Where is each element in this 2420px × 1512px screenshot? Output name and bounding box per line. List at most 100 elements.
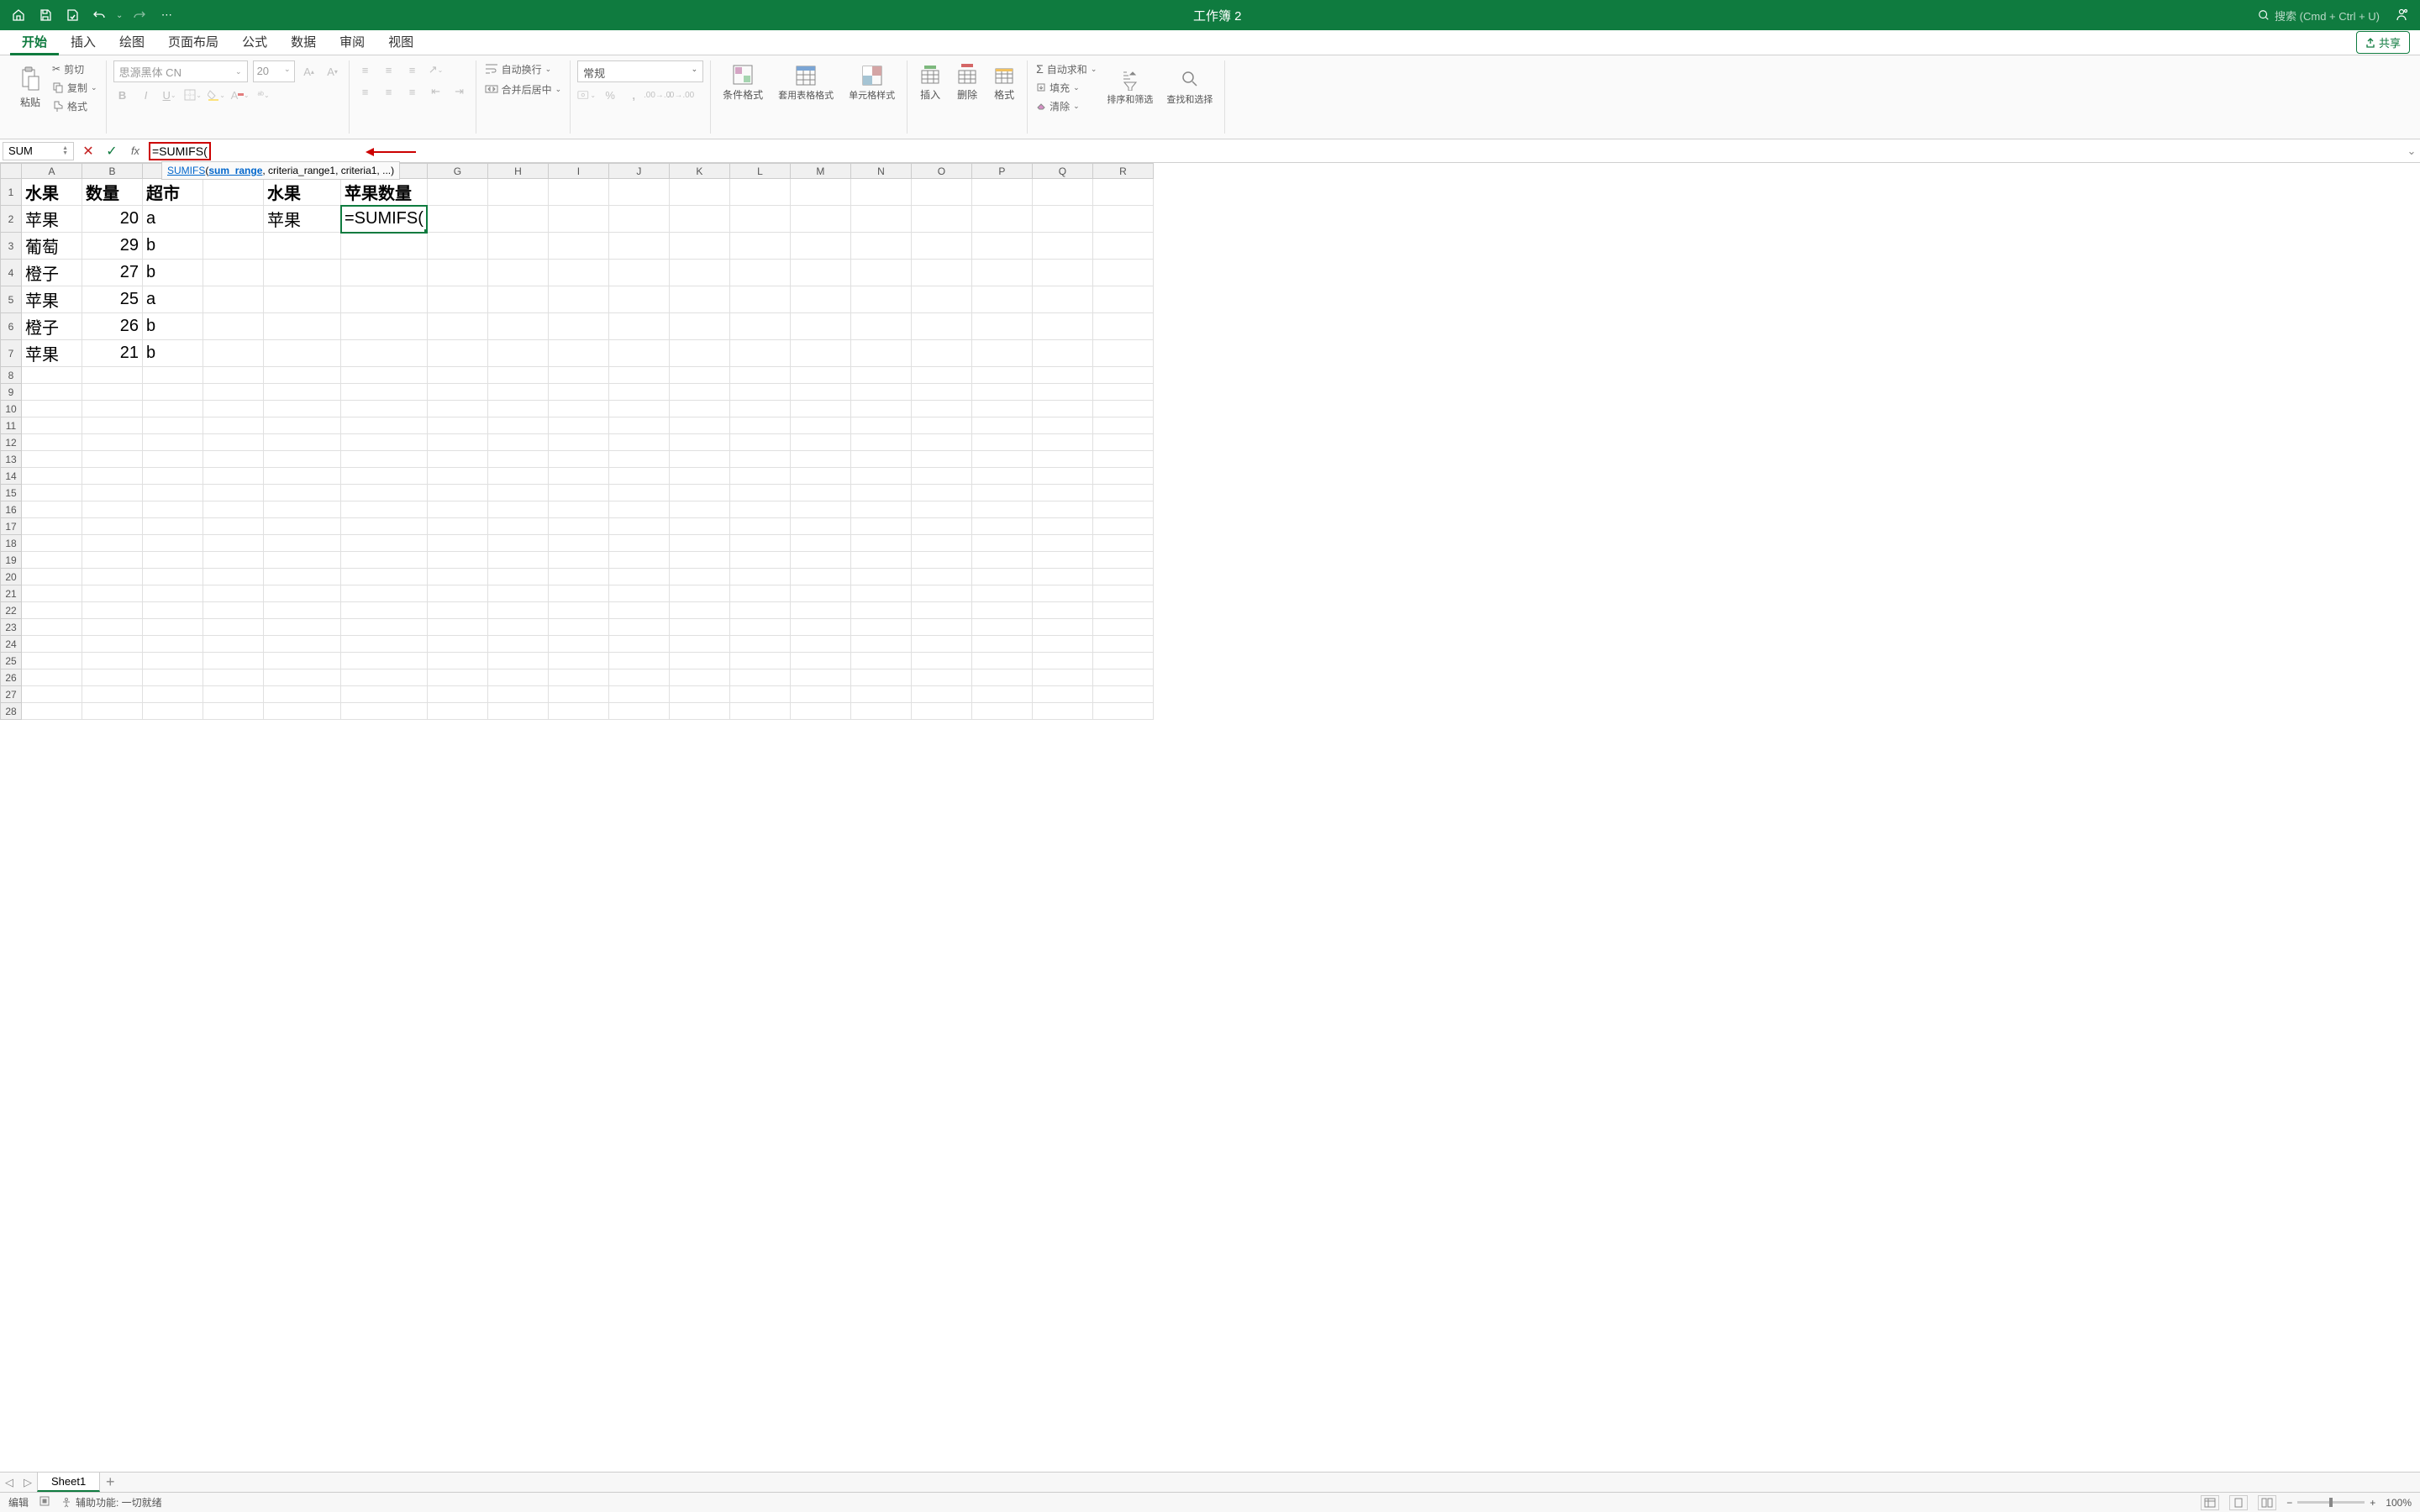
cell[interactable] [427, 434, 487, 451]
cell[interactable] [548, 417, 608, 434]
cell[interactable] [1092, 703, 1153, 720]
search-box[interactable]: 搜索 (Cmd + Ctrl + U) [2258, 8, 2380, 24]
row-header[interactable]: 23 [1, 619, 22, 636]
border-button[interactable]: ⌄ [184, 86, 203, 104]
cell[interactable] [427, 518, 487, 535]
row-header[interactable]: 8 [1, 367, 22, 384]
cell[interactable] [971, 636, 1032, 653]
col-header[interactable]: P [971, 164, 1032, 179]
cell[interactable] [729, 636, 790, 653]
home-icon[interactable] [8, 5, 29, 25]
conditional-format-button[interactable]: 条件格式 [718, 60, 768, 105]
cell[interactable] [790, 451, 850, 468]
cell[interactable] [427, 501, 487, 518]
cell[interactable] [427, 417, 487, 434]
cell[interactable] [790, 569, 850, 585]
view-page-break-icon[interactable] [2258, 1495, 2276, 1510]
row-header[interactable]: 13 [1, 451, 22, 468]
cell[interactable] [82, 619, 143, 636]
cell[interactable] [143, 602, 203, 619]
cell[interactable]: 葡萄 [22, 233, 82, 260]
cell[interactable] [427, 535, 487, 552]
cell[interactable] [143, 619, 203, 636]
cell[interactable] [487, 286, 548, 313]
cell[interactable] [203, 367, 264, 384]
find-select-button[interactable]: 查找和选择 [1161, 60, 1218, 114]
cell[interactable]: b [143, 313, 203, 340]
cell[interactable] [608, 653, 669, 669]
cell[interactable] [971, 417, 1032, 434]
row-header[interactable]: 21 [1, 585, 22, 602]
cell[interactable] [82, 501, 143, 518]
cell[interactable] [341, 669, 428, 686]
cell[interactable] [608, 602, 669, 619]
cell[interactable] [850, 585, 911, 602]
cell[interactable] [1092, 468, 1153, 485]
cell[interactable] [487, 179, 548, 206]
cell[interactable] [341, 569, 428, 585]
cell[interactable] [143, 434, 203, 451]
cell[interactable] [911, 602, 971, 619]
cell[interactable] [1092, 669, 1153, 686]
cell[interactable] [341, 434, 428, 451]
cell[interactable]: b [143, 260, 203, 286]
cell[interactable]: a [143, 286, 203, 313]
cell[interactable] [487, 585, 548, 602]
cut-button[interactable]: ✂剪切 [50, 60, 99, 77]
cell[interactable] [850, 468, 911, 485]
cell[interactable] [203, 401, 264, 417]
cell[interactable] [729, 434, 790, 451]
cell[interactable] [608, 286, 669, 313]
cell[interactable] [548, 535, 608, 552]
cell[interactable] [203, 468, 264, 485]
cell[interactable] [203, 417, 264, 434]
cell[interactable] [203, 179, 264, 206]
cell[interactable] [264, 468, 341, 485]
cell[interactable] [971, 468, 1032, 485]
cell[interactable]: 苹果 [264, 206, 341, 233]
cell[interactable]: 29 [82, 233, 143, 260]
col-header[interactable]: G [427, 164, 487, 179]
cell[interactable] [850, 260, 911, 286]
cell[interactable] [203, 686, 264, 703]
cell[interactable] [729, 602, 790, 619]
cell[interactable] [203, 485, 264, 501]
cell[interactable] [1032, 451, 1092, 468]
cell[interactable] [427, 384, 487, 401]
col-header[interactable]: L [729, 164, 790, 179]
cell[interactable] [1032, 653, 1092, 669]
cell[interactable] [1092, 233, 1153, 260]
cell[interactable] [548, 313, 608, 340]
cell[interactable] [790, 653, 850, 669]
cell[interactable] [1092, 417, 1153, 434]
zoom-out-icon[interactable]: − [2286, 1497, 2292, 1509]
cell[interactable] [911, 485, 971, 501]
share-button[interactable]: 共享 [2356, 31, 2410, 54]
cell[interactable] [143, 636, 203, 653]
cell[interactable] [264, 417, 341, 434]
cell[interactable] [1032, 585, 1092, 602]
cell[interactable] [971, 313, 1032, 340]
cell[interactable] [143, 401, 203, 417]
cell[interactable] [971, 340, 1032, 367]
cell[interactable] [427, 340, 487, 367]
cell[interactable] [911, 340, 971, 367]
row-header[interactable]: 1 [1, 179, 22, 206]
row-header[interactable]: 16 [1, 501, 22, 518]
cell[interactable]: 26 [82, 313, 143, 340]
name-box[interactable]: SUM ▲▼ [3, 142, 74, 160]
cell[interactable] [264, 286, 341, 313]
cell[interactable] [608, 552, 669, 569]
cell[interactable] [22, 417, 82, 434]
cell[interactable] [669, 313, 729, 340]
cell[interactable] [548, 552, 608, 569]
cell[interactable] [850, 401, 911, 417]
cell[interactable] [427, 552, 487, 569]
confirm-icon[interactable]: ✓ [100, 139, 124, 163]
cell[interactable] [790, 233, 850, 260]
tab-data[interactable]: 数据 [279, 30, 328, 55]
cell[interactable] [264, 384, 341, 401]
cell[interactable] [82, 535, 143, 552]
cell[interactable] [1032, 636, 1092, 653]
cell[interactable] [1032, 485, 1092, 501]
